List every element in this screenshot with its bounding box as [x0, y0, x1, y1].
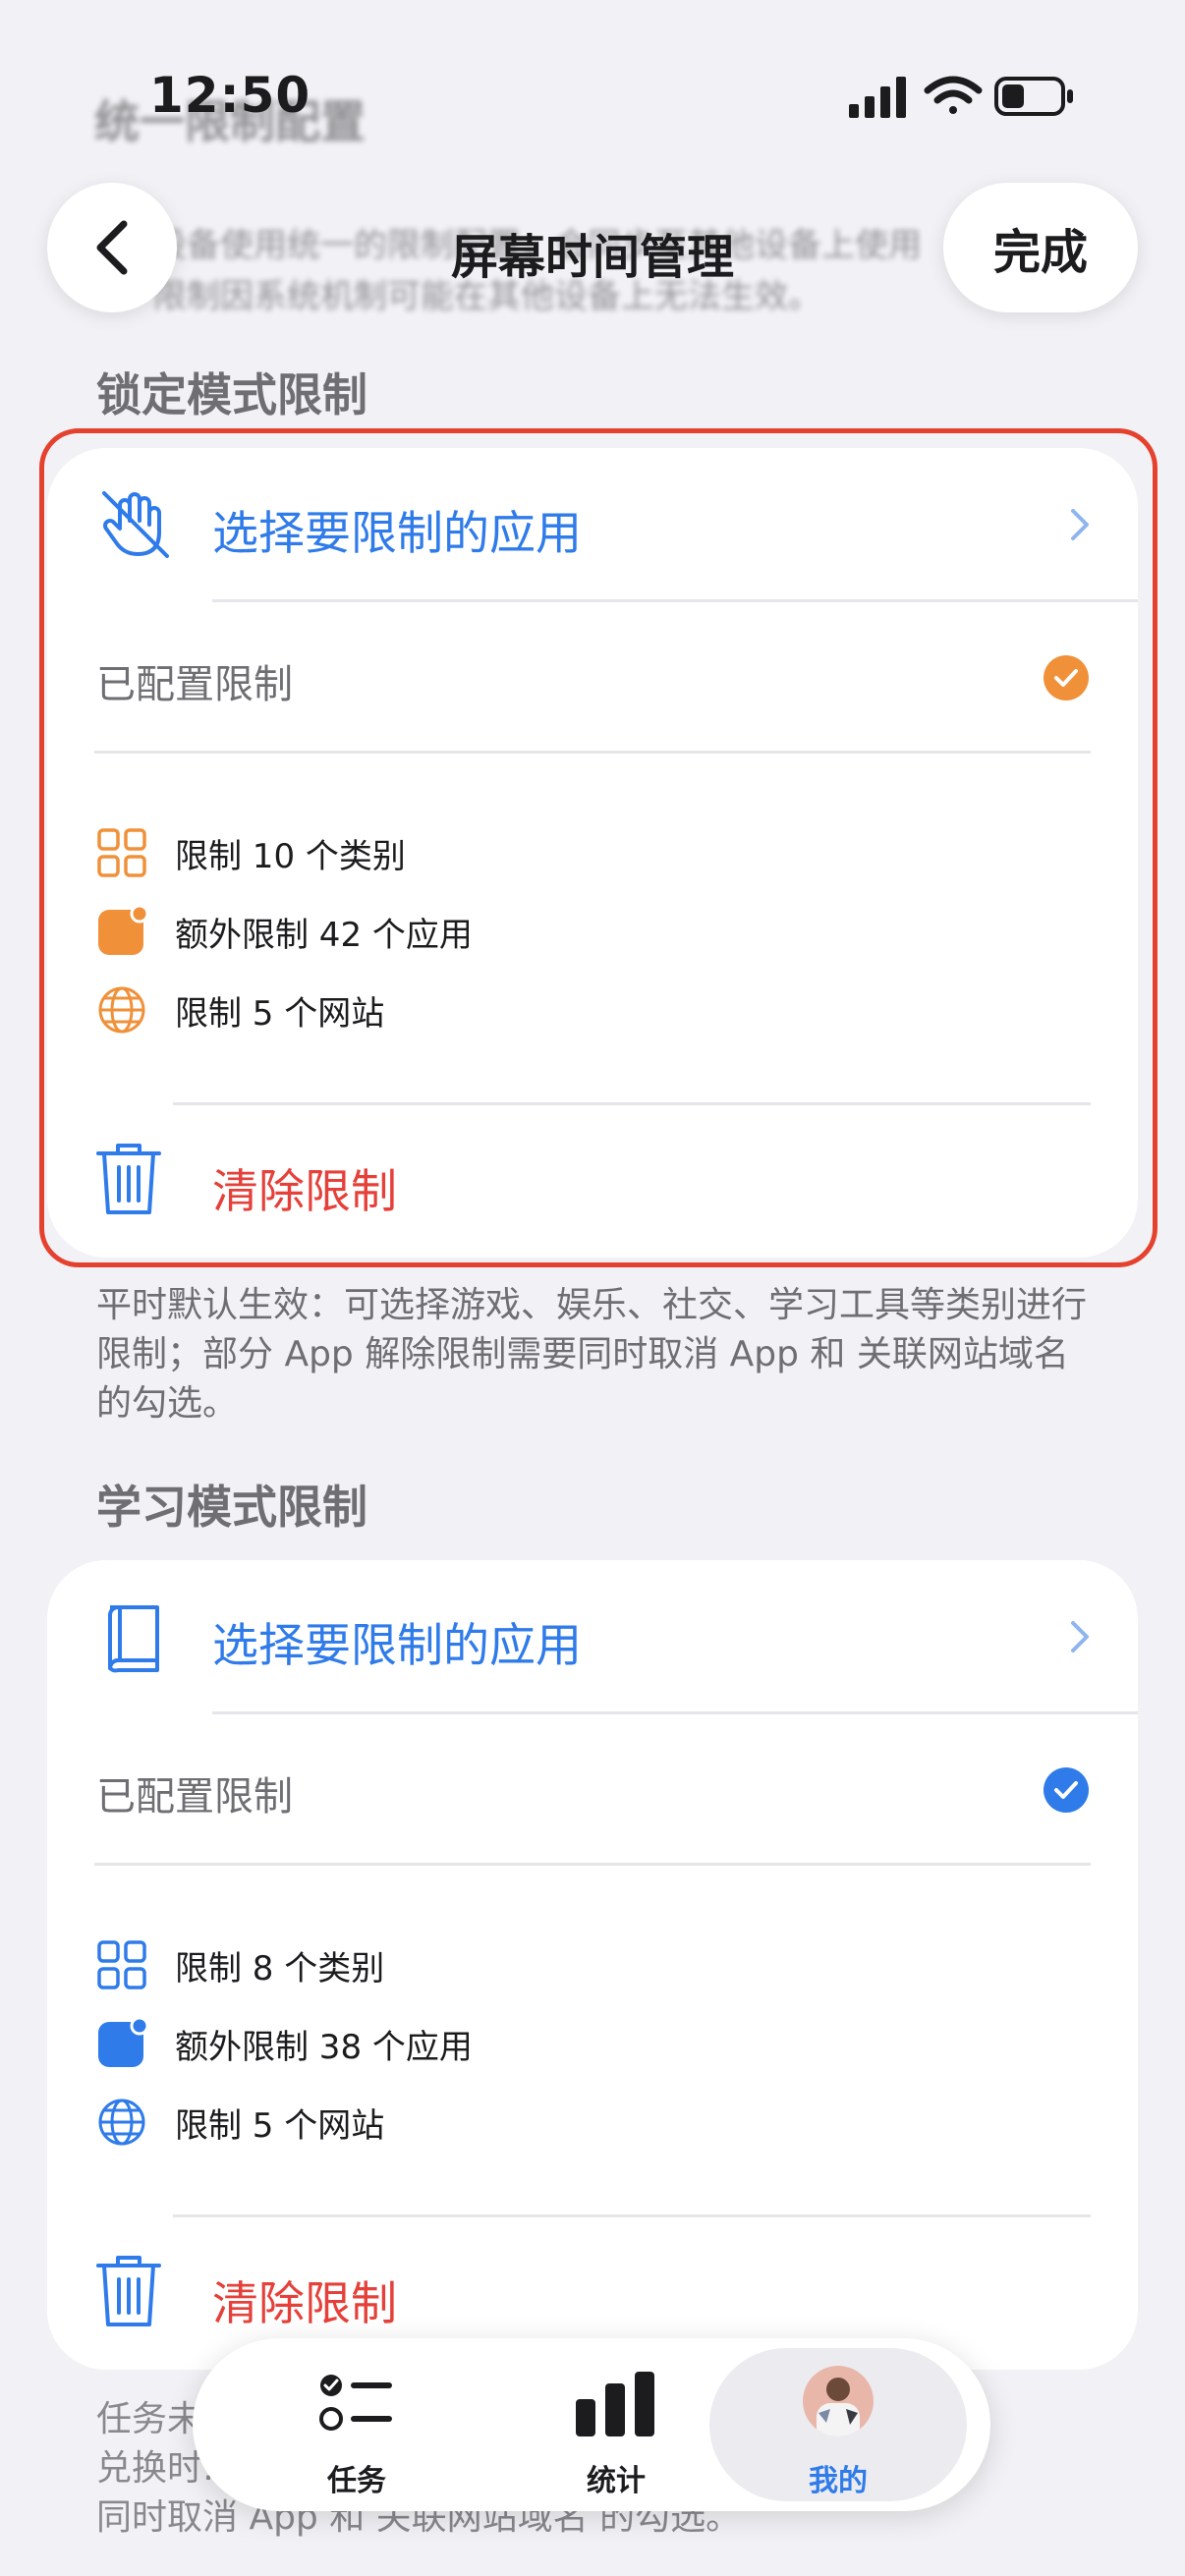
highlight-box [39, 428, 1157, 1267]
tab-stats[interactable]: 统计 [487, 2348, 745, 2501]
chevron-right-icon [1071, 1621, 1089, 1652]
book-icon [108, 1605, 159, 1673]
tab-stats-label: 统计 [587, 2464, 646, 2498]
battery-icon [994, 77, 1073, 116]
study-configured-label: 已配置限制 [96, 1774, 293, 1820]
status-time: 12:50 [149, 67, 311, 124]
study-select-apps-row[interactable]: 选择要限制的应用 [47, 1560, 1138, 1713]
study-select-apps-label: 选择要限制的应用 [212, 1619, 582, 1673]
status-icons [847, 73, 1083, 120]
divider [94, 1863, 1091, 1866]
checkmark-icon [1044, 1767, 1089, 1813]
avatar [803, 2366, 874, 2436]
bar-chart-icon [576, 2372, 654, 2436]
tab-bar: 任务 统计 我的 [193, 2338, 990, 2511]
study-stat-categories-text: 限制 8 个类别 [175, 1949, 385, 1988]
trash-icon [96, 2256, 161, 2326]
divider [173, 2214, 1091, 2217]
wifi-icon [924, 76, 983, 114]
tab-tasks[interactable]: 任务 [228, 2348, 485, 2501]
tab-mine[interactable]: 我的 [709, 2348, 967, 2501]
task-list-icon [319, 2375, 392, 2431]
app-badge-icon [98, 2018, 147, 2067]
categories-grid-icon [97, 1940, 146, 1989]
tab-mine-label: 我的 [809, 2464, 868, 2498]
cellular-signal-icon [849, 77, 906, 118]
study-configured-row: 已配置限制 [47, 1713, 1138, 1867]
done-button[interactable]: 完成 [943, 183, 1138, 312]
study-card: 选择要限制的应用 已配置限制 限制 8 个类别 额外限制 38 个应用 限制 5… [47, 1560, 1138, 2370]
study-stat-websites-text: 限制 5 个网站 [175, 2106, 385, 2146]
study-clear-label: 清除限制 [212, 2277, 397, 2331]
study-stat-apps-text: 额外限制 38 个应用 [175, 2028, 473, 2067]
lock-section-title: 锁定模式限制 [96, 368, 367, 421]
tab-tasks-label: 任务 [327, 2464, 386, 2498]
study-section-title: 学习模式限制 [96, 1481, 367, 1534]
lock-footnote: 平时默认生效：可选择游戏、娱乐、社交、学习工具等类别进行限制；部分 App 解除… [96, 1285, 1088, 1424]
globe-icon [98, 2099, 145, 2146]
